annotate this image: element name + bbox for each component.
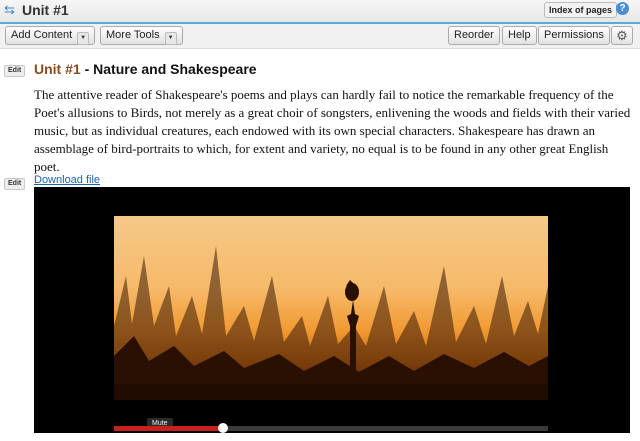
- unit-heading: Unit #1 - Nature and Shakespeare: [34, 60, 257, 78]
- progress-bar[interactable]: [114, 423, 548, 433]
- unit-number: Unit #1: [34, 61, 81, 77]
- gear-icon[interactable]: ⚙: [611, 26, 633, 45]
- video-still-image: [114, 246, 548, 400]
- more-tools-button[interactable]: More Tools ▼: [100, 26, 183, 45]
- body-paragraph: The attentive reader of Shakespeare's po…: [34, 87, 631, 174]
- add-content-label: Add Content: [11, 29, 73, 41]
- add-content-button[interactable]: Add Content ▼: [5, 26, 96, 45]
- reorder-button[interactable]: Reorder: [448, 26, 500, 45]
- help-icon[interactable]: ?: [616, 2, 629, 15]
- edit-file-button[interactable]: Edit: [4, 178, 26, 190]
- top-bar: ⇆ Unit #1 Index of pages ?: [0, 0, 640, 24]
- page-title: Unit #1: [22, 2, 69, 18]
- index-of-pages-button[interactable]: Index of pages: [544, 2, 618, 18]
- help-button[interactable]: Help: [502, 26, 537, 45]
- progress-fill: [114, 426, 223, 431]
- chevron-down-icon: ▼: [164, 32, 177, 45]
- refresh-icon[interactable]: ⇆: [4, 3, 18, 17]
- download-file-link[interactable]: Download file: [34, 174, 100, 187]
- toolbar: Add Content ▼ More Tools ▼ Reorder Help Pe…: [0, 24, 640, 49]
- unit-name: Nature and Shakespeare: [93, 61, 257, 77]
- permissions-button[interactable]: Permissions: [538, 26, 610, 45]
- chevron-down-icon: ▼: [77, 32, 90, 45]
- video-player[interactable]: Mute: [34, 187, 630, 433]
- edit-title-button[interactable]: Edit: [4, 65, 26, 77]
- more-tools-label: More Tools: [106, 29, 160, 41]
- unit-separator: -: [80, 61, 94, 77]
- video-frame[interactable]: [114, 216, 548, 400]
- progress-handle[interactable]: [217, 423, 228, 433]
